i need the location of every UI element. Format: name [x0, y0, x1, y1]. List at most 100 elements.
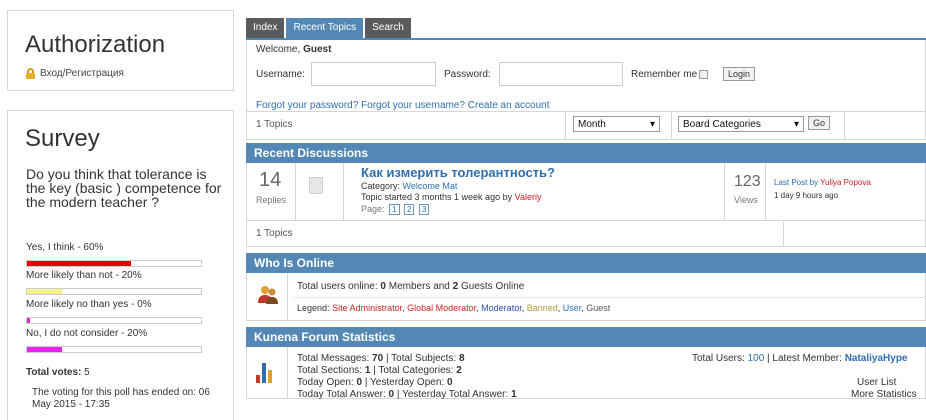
yesterday-answer-value: 1 — [511, 389, 517, 400]
forgot-links[interactable]: Forgot your password? Forgot your userna… — [256, 100, 550, 111]
poll-option-label: More likely no than yes - 0% — [26, 299, 152, 310]
who-is-online-header: Who Is Online — [246, 253, 926, 273]
views-label: Views — [734, 195, 758, 205]
topics-count: 1 Topics — [256, 119, 293, 130]
username-label: Username: — [256, 69, 305, 80]
latest-member-link[interactable]: NataliyaHype — [845, 353, 908, 364]
views-count: 123 — [734, 173, 761, 190]
forum-statistics-header: Kunena Forum Statistics — [246, 327, 926, 347]
page-label: Page: — [361, 204, 385, 214]
poll-bar-fill — [27, 347, 62, 352]
topics-footer: 1 Topics — [246, 221, 926, 247]
survey-panel: Survey Do you think that tolerance is th… — [7, 110, 234, 420]
tab-recent-topics[interactable]: Recent Topics — [286, 18, 364, 38]
total-sections-label: Total Sections: — [297, 365, 363, 376]
legend-item: User — [562, 303, 582, 313]
period-select[interactable]: Month ▾ — [573, 116, 660, 132]
stats-users: Total Users: 100 | Latest Member: Natali… — [692, 353, 908, 364]
poll-option-label: More likely than not - 20% — [26, 270, 142, 281]
page-link[interactable]: 2 — [404, 204, 415, 215]
login-form: Welcome, Guest Username: Password: Remem… — [246, 40, 926, 112]
topic-pagination: Page: 1 2 3 — [361, 204, 430, 215]
total-messages-value: 70 — [372, 353, 384, 364]
statistics-chart-icon — [256, 361, 276, 383]
topic-author-link[interactable]: Valeriy — [515, 192, 542, 202]
today-answer-value: 0 — [388, 389, 395, 400]
more-statistics-link[interactable]: More Statistics — [851, 389, 917, 400]
legend-item: Banned — [526, 303, 558, 313]
login-register-link[interactable]: Вход/Регистрация — [26, 68, 124, 79]
authorization-panel: Authorization Вход/Регистрация — [7, 10, 234, 91]
topic-started: Topic started 3 months 1 week ago by Val… — [361, 192, 541, 202]
legend-item: Moderator — [481, 303, 522, 313]
stats-answers: Today Total Answer: 0 | Yesterday Total … — [297, 389, 517, 400]
tab-search[interactable]: Search — [365, 18, 411, 38]
recent-discussions-header: Recent Discussions — [246, 143, 926, 163]
poll-option-bar — [26, 288, 202, 295]
last-post-link[interactable]: Last Post by — [774, 178, 818, 187]
total-subjects-label: Total Subjects: — [391, 353, 457, 364]
page-link[interactable]: 1 — [389, 204, 400, 215]
stats-messages-subjects: Total Messages: 70 | Total Subjects: 8 — [297, 353, 465, 364]
legend-item: Guest — [586, 303, 611, 313]
yesterday-answer-label: Yesterday Total Answer: — [402, 389, 509, 400]
remember-me-checkbox[interactable] — [699, 70, 708, 79]
total-subjects-value: 8 — [458, 353, 465, 364]
poll-option-bar — [26, 346, 202, 353]
forum-statistics-body: Total Messages: 70 | Total Subjects: 8 T… — [246, 347, 926, 400]
replies-count: 14 — [259, 169, 282, 191]
welcome-text: Welcome, Guest — [256, 44, 331, 55]
poll-bar-fill — [27, 289, 62, 294]
poll-bar-fill — [27, 318, 30, 323]
legend-item: Site Administrator — [332, 303, 403, 313]
dropdown-arrow-icon: ▾ — [793, 118, 799, 130]
remember-me-label: Remember me — [631, 69, 698, 80]
total-categories-value: 2 — [456, 365, 462, 376]
topics-filter-bar: 1 Topics Month ▾ Board Categories ▾ Go — [246, 112, 926, 140]
today-answer-label: Today Total Answer: — [297, 389, 386, 400]
latest-member-label: Latest Member: — [772, 353, 842, 364]
replies-label: Replies — [256, 195, 287, 205]
total-users-link[interactable]: 100 — [748, 353, 765, 364]
survey-title: Survey — [25, 125, 100, 152]
period-select-value: Month — [578, 118, 606, 130]
stats-open: Today Open: 0 | Yesterday Open: 0 — [297, 377, 453, 388]
topic-row: 14 Replies Как измерить толерантность? C… — [246, 163, 926, 221]
user-list-link[interactable]: User List — [857, 377, 896, 388]
forum-tabs: Index Recent Topics Search — [246, 18, 926, 40]
poll-option-bar — [26, 260, 202, 267]
password-label: Password: — [444, 69, 491, 80]
page-link[interactable]: 3 — [418, 204, 430, 215]
category-link[interactable]: Welcome Mat — [403, 181, 458, 191]
tab-index[interactable]: Index — [246, 18, 285, 38]
go-button[interactable]: Go — [808, 116, 831, 130]
welcome-prefix: Welcome, — [256, 44, 301, 55]
last-post-time: 1 day 9 hours ago — [774, 191, 839, 200]
authorization-title: Authorization — [25, 31, 166, 58]
online-members-count: 0 — [380, 281, 386, 292]
online-members-label: Members and — [388, 281, 450, 292]
legend-item: Global Moderator — [407, 303, 477, 313]
topic-category: Category: Welcome Mat — [361, 181, 457, 191]
last-post-user-link[interactable]: Yuliya Popova — [820, 178, 871, 187]
poll-option-bar — [26, 317, 202, 324]
total-sections-value: 1 — [364, 365, 371, 376]
password-input[interactable] — [499, 62, 623, 86]
category-select[interactable]: Board Categories ▾ — [678, 116, 804, 132]
poll-bar-fill — [27, 261, 132, 266]
total-users-label: Total Users: — [692, 353, 745, 364]
topic-document-icon — [309, 177, 323, 194]
legend-label: Legend: — [297, 303, 330, 313]
poll-ended-text: The voting for this poll has ended on: 0… — [32, 387, 210, 410]
today-open-value: 0 — [356, 377, 363, 388]
total-votes-value: 5 — [84, 367, 90, 378]
users-icon — [258, 286, 278, 304]
login-button[interactable]: Login — [723, 67, 756, 81]
poll-option-label: Yes, I think - 60% — [26, 242, 104, 253]
yesterday-open-value: 0 — [446, 377, 453, 388]
total-messages-label: Total Messages: — [297, 353, 370, 364]
topic-title-link[interactable]: Как измерить толерантность? — [361, 165, 555, 180]
poll-option-label: No, I do not consider - 20% — [26, 328, 148, 339]
login-register-label[interactable]: Вход/Регистрация — [40, 68, 124, 79]
username-input[interactable] — [311, 62, 436, 86]
